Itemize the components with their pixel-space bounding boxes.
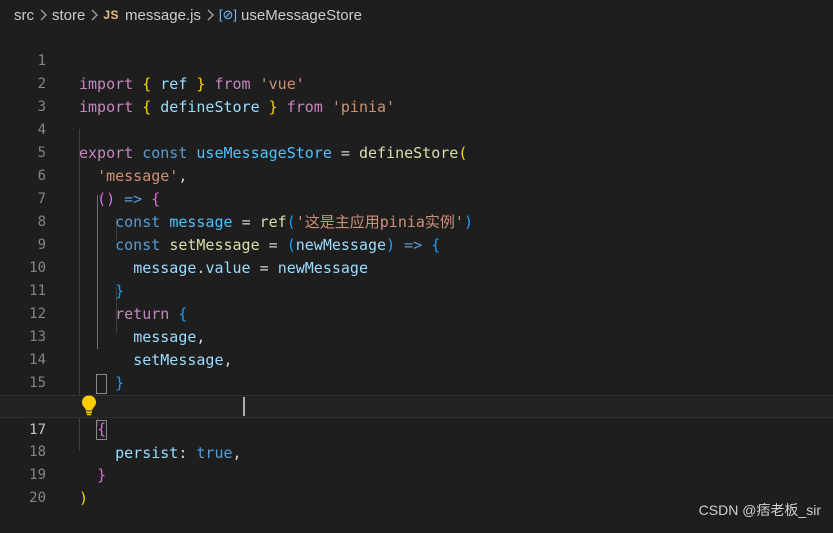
code-line[interactable]: 2 import { defineStore } from 'pinia' <box>0 50 833 116</box>
watermark: CSDN @痞老板_sir <box>698 502 821 518</box>
code-line[interactable]: 10 } <box>0 234 833 300</box>
code-editor[interactable]: 1 import { ref } from 'vue' 2 import { d… <box>0 27 833 507</box>
code-line-current[interactable]: 17 persist: true, <box>0 395 833 462</box>
code-line[interactable]: 6 () => { <box>0 142 833 208</box>
code-line[interactable]: 7 const message = ref('这是主应用pinia实例') <box>0 165 833 231</box>
code-line[interactable]: 5 'message', <box>0 119 833 185</box>
symbol-variable-icon: [⊘] <box>218 7 238 22</box>
code-line[interactable]: 12 message, <box>0 280 833 346</box>
code-line[interactable]: 19 ) <box>0 441 833 507</box>
bracket-match-highlight <box>96 420 107 440</box>
breadcrumb-symbol[interactable]: useMessageStore <box>241 7 362 24</box>
code-line[interactable]: 8 const setMessage = (newMessage) => { <box>0 188 833 254</box>
breadcrumb-file[interactable]: message.js <box>125 7 201 24</box>
chevron-right-icon <box>206 9 214 21</box>
line-number: 20 <box>29 490 46 506</box>
javascript-file-icon: JS <box>103 8 120 22</box>
breadcrumb: src store JS message.js [⊘] useMessageSt… <box>0 0 833 30</box>
code-line[interactable]: 11 return { <box>0 257 833 323</box>
code-line[interactable]: 4 export const useMessageStore = defineS… <box>0 96 833 162</box>
code-line[interactable]: 20 <box>0 464 833 506</box>
code-line[interactable]: 15 }, <box>0 349 833 415</box>
bracket-match-highlight <box>96 374 107 394</box>
lightbulb-icon[interactable] <box>80 394 98 416</box>
code-line[interactable]: 3 <box>0 73 833 115</box>
breadcrumb-store[interactable]: store <box>52 7 85 24</box>
chevron-right-icon <box>39 9 47 21</box>
breadcrumb-src[interactable]: src <box>14 7 34 24</box>
code-line[interactable]: 14 } <box>0 326 833 392</box>
text-cursor <box>243 397 245 416</box>
code-line[interactable]: 18 } <box>0 418 833 484</box>
code-line[interactable]: 16 { <box>0 372 833 438</box>
chevron-right-icon <box>90 9 99 21</box>
code-line[interactable]: 1 import { ref } from 'vue' <box>0 27 833 93</box>
code-line[interactable]: 13 setMessage, <box>0 303 833 369</box>
code-line[interactable]: 9 message.value = newMessage <box>0 211 833 277</box>
